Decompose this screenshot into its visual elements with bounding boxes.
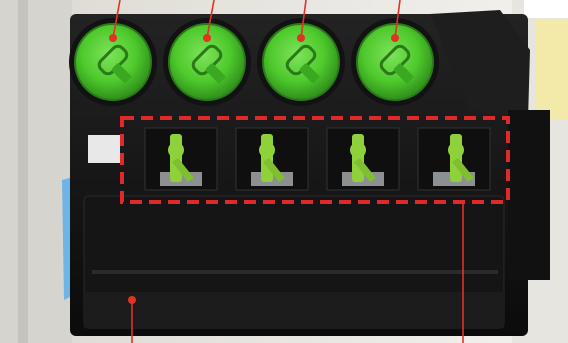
- toner-cartridge-icon[interactable]: [351, 18, 439, 106]
- waste-box-seam: [92, 270, 498, 274]
- callout-dot: [128, 296, 136, 304]
- left-panel-edge: [18, 0, 28, 343]
- callout-dot: [391, 34, 399, 42]
- callout-dot: [297, 34, 305, 42]
- left-side-panel: [0, 0, 72, 343]
- callout-dot: [109, 34, 117, 42]
- waste-box-bottom: [84, 292, 504, 328]
- toner-cartridge-icon[interactable]: [163, 18, 251, 106]
- callout-dot: [203, 34, 211, 42]
- toner-cartridge-icon[interactable]: [257, 18, 345, 106]
- printer-interior-illustration: [0, 0, 568, 343]
- printer-photo: [0, 0, 568, 343]
- right-bracket: [508, 110, 550, 280]
- yellow-label: [536, 20, 568, 120]
- toner-cartridge-icon[interactable]: [69, 18, 157, 106]
- top-right-label: [524, 0, 568, 18]
- white-tab: [88, 135, 120, 163]
